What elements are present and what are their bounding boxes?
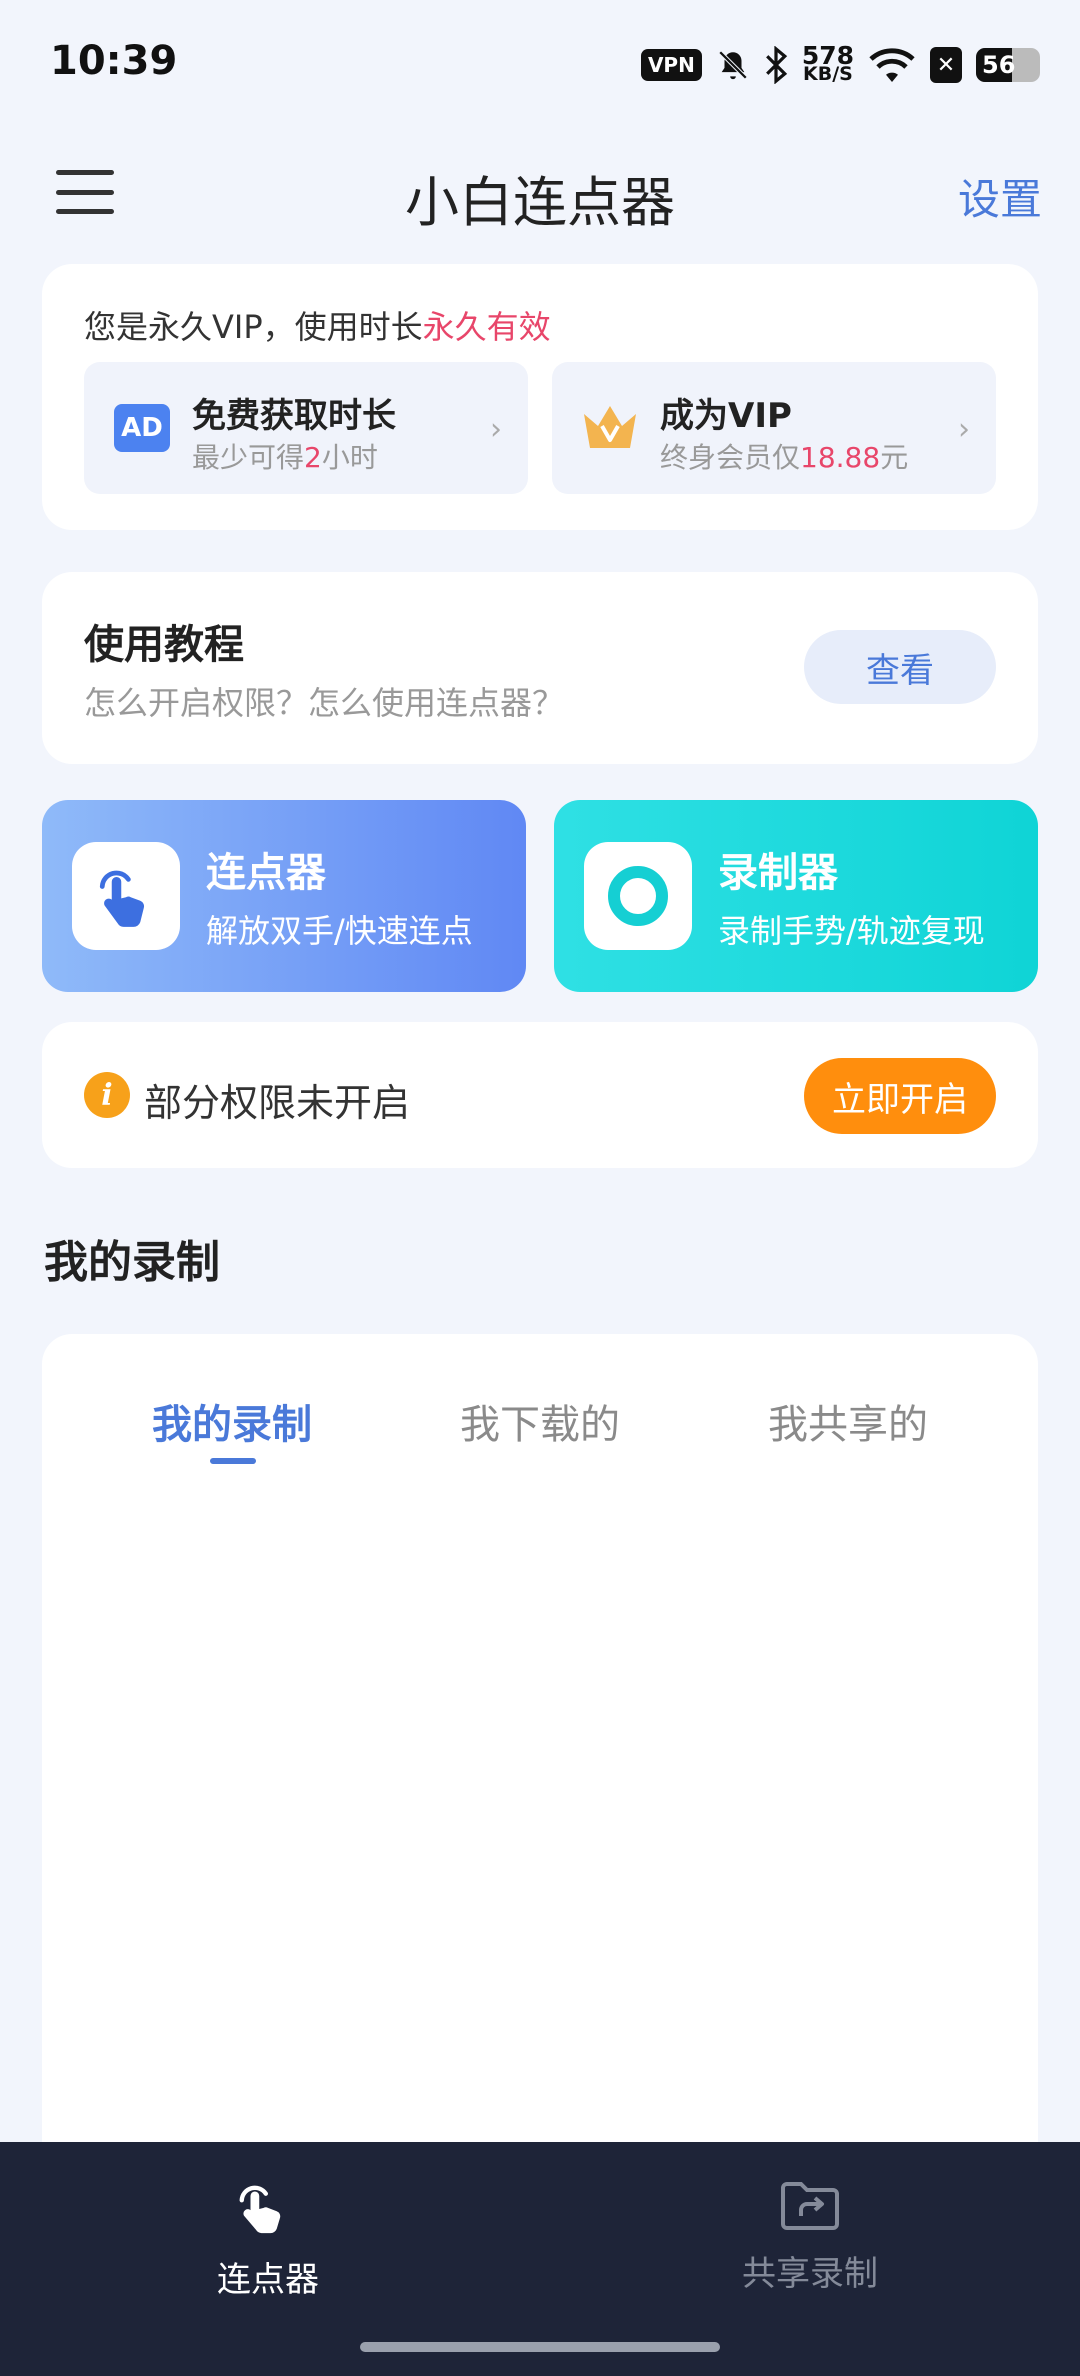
become-vip-subtitle: 终身会员仅18.88元 [660, 441, 909, 474]
vip-status: 您是永久VIP，使用时长永久有效 [84, 308, 551, 346]
nav-clicker-label: 连点器 [217, 2260, 319, 2300]
become-vip-button[interactable]: 成为VIP 终身会员仅18.88元 › [552, 362, 996, 494]
vip-card: 您是永久VIP，使用时长永久有效 AD 免费获取时长 最少可得2小时 › 成为V… [42, 264, 1038, 530]
settings-button[interactable]: 设置 [958, 166, 1042, 227]
crown-icon [584, 406, 636, 448]
status-icons: VPN 578 KB/S ✕ 56 [640, 40, 1040, 90]
network-speed: 578 KB/S [801, 41, 854, 85]
tutorial-subtitle: 怎么开启权限？怎么使用连点器？ [84, 684, 565, 722]
nav-shared-recordings[interactable]: 共享录制 [690, 2178, 930, 2295]
permission-message: 部分权限未开启 [144, 1081, 411, 1125]
view-tutorial-button[interactable]: 查看 [804, 630, 996, 704]
recorder-card[interactable]: 录制器 录制手势/轨迹复现 [554, 800, 1038, 992]
clicker-subtitle: 解放双手/快速连点 [206, 912, 473, 950]
chevron-right-icon: › [958, 412, 970, 447]
tutorial-title: 使用教程 [84, 622, 244, 668]
free-time-title: 免费获取时长 [192, 396, 396, 436]
recorder-title: 录制器 [718, 850, 838, 896]
enable-permission-button[interactable]: 立即开启 [804, 1058, 996, 1134]
status-time: 10:39 [50, 38, 178, 84]
vip-status-value: 永久有效 [422, 308, 551, 346]
free-time-subtitle: 最少可得2小时 [192, 441, 378, 474]
tap-hand-icon [239, 2185, 281, 2234]
permission-card: i 部分权限未开启 立即开启 [42, 1022, 1038, 1168]
info-icon: i [84, 1072, 130, 1118]
active-tab-indicator [210, 1458, 256, 1464]
home-indicator[interactable] [360, 2342, 720, 2352]
bottom-nav: 连点器 共享录制 [0, 2142, 1080, 2376]
chevron-right-icon: › [490, 412, 502, 447]
clicker-title: 连点器 [206, 850, 326, 896]
recordings-panel: 我的录制 我下载的 我共享的 [42, 1334, 1038, 2154]
nav-shared-label: 共享录制 [742, 2254, 878, 2294]
no-sim-icon: ✕ [930, 47, 962, 83]
share-folder-icon [781, 2182, 839, 2230]
record-icon [584, 842, 692, 950]
bluetooth-icon [765, 46, 787, 84]
tab-downloaded[interactable]: 我下载的 [420, 1392, 660, 1450]
vpn-icon: VPN [640, 49, 702, 81]
recorder-subtitle: 录制手势/轨迹复现 [718, 912, 985, 950]
tab-shared[interactable]: 我共享的 [728, 1392, 968, 1450]
clicker-card[interactable]: 连点器 解放双手/快速连点 [42, 800, 526, 992]
wifi-icon [869, 48, 915, 82]
page-title: 小白连点器 [405, 171, 675, 234]
tab-my-recordings[interactable]: 我的录制 [112, 1392, 352, 1450]
section-title: 我的录制 [44, 1237, 220, 1288]
tap-hand-icon [72, 842, 180, 950]
tutorial-card: 使用教程 怎么开启权限？怎么使用连点器？ 查看 [42, 572, 1038, 764]
bell-muted-icon [718, 50, 748, 80]
free-time-button[interactable]: AD 免费获取时长 最少可得2小时 › [84, 362, 528, 494]
ad-icon: AD [114, 404, 170, 452]
nav-clicker[interactable]: 连点器 [148, 2178, 388, 2301]
battery-icon: 56 [976, 48, 1040, 82]
become-vip-title: 成为VIP [660, 396, 792, 436]
